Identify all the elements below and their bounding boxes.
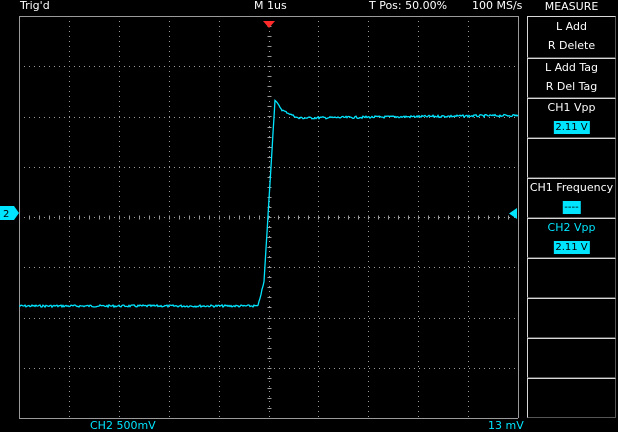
ch2-waveform-trace (18, 99, 519, 309)
ch1-vpp-value: 2.11 V (553, 121, 590, 134)
ch1-vpp-button[interactable]: CH1 Vpp 2.11 V (527, 98, 616, 138)
graticule (19, 16, 519, 419)
delete-label: R Delete (547, 39, 596, 52)
waveform-display: 2 (0, 16, 519, 419)
ch1-vpp-label: CH1 Vpp (547, 101, 596, 114)
empty-slot-button[interactable] (527, 378, 616, 418)
empty-slot-button[interactable] (527, 138, 616, 178)
measure-menu: MEASURE L Add R Delete L Add Tag R Del T… (525, 0, 618, 429)
empty-slot-button[interactable] (527, 258, 616, 298)
channel-2-marker-label: 2 (3, 209, 9, 220)
ch2-vpp-label: CH2 Vpp (547, 221, 596, 234)
trigger-position-marker (263, 21, 275, 28)
ch2-vpp-button[interactable]: CH2 Vpp 2.11 V (527, 218, 616, 258)
add-tag-button[interactable]: L Add Tag R Del Tag (527, 58, 616, 98)
channel-info-bar: CH2 500mV 13 mV (0, 418, 525, 432)
del-tag-label: R Del Tag (545, 80, 598, 93)
offset-readout: 13 mV (488, 419, 524, 432)
sample-rate-readout: 100 MS/s (472, 0, 523, 12)
ch1-frequency-value: ---- (562, 201, 581, 214)
trigger-level-marker (509, 208, 517, 219)
empty-slot-button[interactable] (527, 338, 616, 378)
ch2-vpp-value: 2.11 V (553, 241, 590, 254)
ch1-frequency-label: CH1 Frequency (529, 181, 614, 194)
channel-2-marker: 2 (0, 206, 19, 220)
ch1-frequency-button[interactable]: CH1 Frequency ---- (527, 178, 616, 218)
measure-menu-title: MEASURE (544, 0, 599, 13)
status-bar: Trig'd M 1us T Pos: 50.00% 100 MS/s (0, 0, 525, 14)
timebase-readout: M 1us (254, 0, 287, 12)
add-tag-label: L Add Tag (544, 61, 599, 74)
channel-scale-readout: CH2 500mV (90, 419, 156, 432)
empty-slot-button[interactable] (527, 298, 616, 338)
trigger-status: Trig'd (20, 0, 50, 12)
trigger-position-readout: T Pos: 50.00% (369, 0, 448, 12)
add-label: L Add (556, 20, 587, 33)
add-delete-button[interactable]: L Add R Delete (527, 16, 616, 58)
